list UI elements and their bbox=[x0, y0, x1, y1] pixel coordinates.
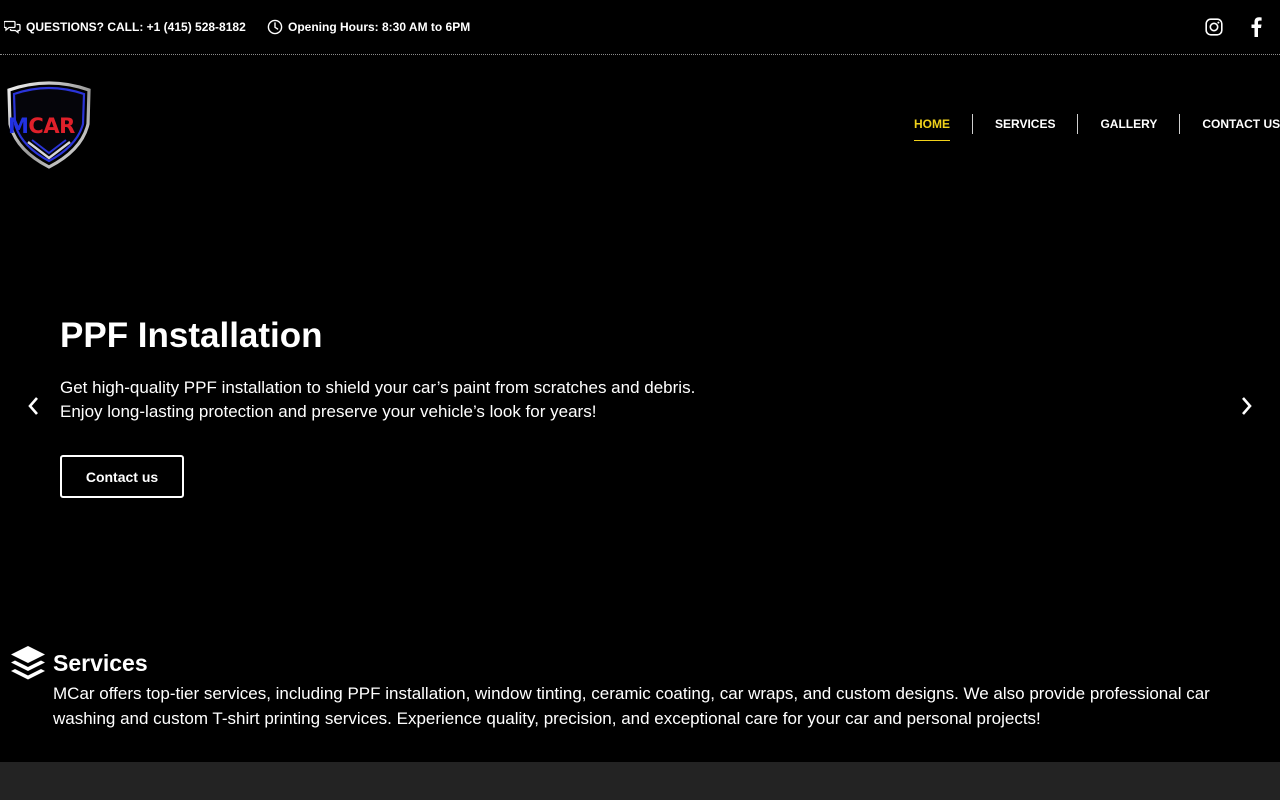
main-nav: HOME SERVICES GALLERY CONTACT US bbox=[902, 114, 1280, 141]
slider-next-arrow[interactable] bbox=[1235, 394, 1259, 418]
top-bar: QUESTIONS? CALL: +1 (415) 528-8182 Openi… bbox=[0, 0, 1280, 55]
footer-band bbox=[0, 762, 1280, 800]
services-description: MCar offers top-tier services, including… bbox=[53, 684, 1210, 728]
services-heading: Services bbox=[53, 650, 148, 676]
facebook-icon[interactable] bbox=[1245, 16, 1267, 38]
slider-prev-arrow[interactable] bbox=[21, 394, 45, 418]
slide-description-line-1: Get high-quality PPF installation to shi… bbox=[60, 378, 696, 397]
phone-info[interactable]: QUESTIONS? CALL: +1 (415) 528-8182 bbox=[4, 18, 246, 36]
chevron-right-icon bbox=[1242, 397, 1252, 415]
nav-home[interactable]: HOME bbox=[902, 114, 972, 141]
phone-text: QUESTIONS? CALL: +1 (415) 528-8182 bbox=[26, 20, 246, 34]
nav-contact-us[interactable]: CONTACT US bbox=[1179, 114, 1280, 134]
nav-gallery[interactable]: GALLERY bbox=[1077, 114, 1179, 134]
layers-icon bbox=[10, 645, 46, 683]
logo-text: MCAR bbox=[8, 114, 75, 138]
chevron-left-icon bbox=[28, 397, 38, 415]
slide-description: Get high-quality PPF installation to shi… bbox=[60, 376, 760, 424]
slide-description-line-2: Enjoy long-lasting protection and preser… bbox=[60, 402, 597, 421]
opening-hours: Opening Hours: 8:30 AM to 6PM bbox=[267, 18, 470, 36]
hours-text: Opening Hours: 8:30 AM to 6PM bbox=[288, 20, 471, 34]
mcar-logo[interactable]: MCAR bbox=[4, 78, 94, 172]
chat-bubbles-icon bbox=[4, 20, 21, 34]
nav-services[interactable]: SERVICES bbox=[972, 114, 1077, 134]
clock-icon bbox=[267, 19, 283, 35]
instagram-icon[interactable] bbox=[1203, 16, 1225, 38]
contact-us-button[interactable]: Contact us bbox=[60, 455, 184, 498]
slide-title: PPF Installation bbox=[60, 316, 323, 355]
